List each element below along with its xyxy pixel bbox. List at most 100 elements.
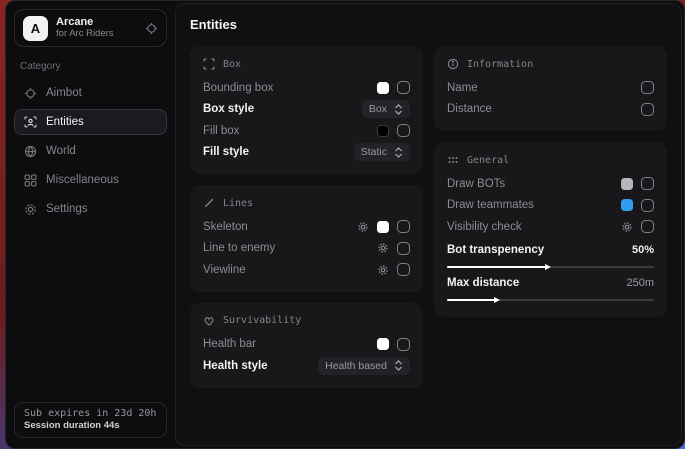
row-label: Fill style bbox=[203, 146, 354, 158]
checkbox[interactable] bbox=[641, 220, 654, 233]
sidebar-item-world[interactable]: World bbox=[14, 138, 167, 164]
row-draw-bots: Draw BOTs bbox=[447, 173, 654, 195]
bot-transparency-control: Bot transpenency 50% bbox=[447, 240, 654, 268]
row-skeleton: Skeleton bbox=[203, 216, 410, 238]
bot-transparency-slider[interactable] bbox=[447, 266, 654, 268]
checkbox[interactable] bbox=[641, 103, 654, 116]
column-left: Box Bounding box Box style Box bbox=[190, 46, 423, 388]
section-title: Box bbox=[223, 59, 241, 70]
checkbox[interactable] bbox=[641, 199, 654, 212]
box-corners-icon bbox=[203, 58, 215, 70]
row-label: Draw BOTs bbox=[447, 178, 621, 190]
health-style-select[interactable]: Health based bbox=[318, 357, 410, 375]
checkbox[interactable] bbox=[397, 242, 410, 255]
column-right: Information Name Distance bbox=[434, 46, 667, 317]
dots-grid-icon bbox=[447, 154, 459, 166]
color-swatch[interactable] bbox=[621, 199, 633, 211]
selected-value: Box bbox=[369, 103, 387, 115]
chevron-updown-icon bbox=[394, 147, 403, 158]
section-title: Survivability bbox=[223, 315, 301, 326]
row-fill-style: Fill style Static bbox=[203, 142, 410, 164]
selected-value: Health based bbox=[325, 360, 387, 372]
row-label: Health bar bbox=[203, 338, 377, 350]
row-bounding-box: Bounding box bbox=[203, 77, 410, 99]
row-health-bar: Health bar bbox=[203, 334, 410, 356]
max-distance-slider[interactable] bbox=[447, 299, 654, 301]
app-subtitle: for Arc Riders bbox=[56, 29, 137, 40]
chevron-updown-icon bbox=[394, 104, 403, 115]
checkbox[interactable] bbox=[641, 81, 654, 94]
crosshair-icon[interactable] bbox=[145, 22, 158, 35]
slider-label: Bot transpenency bbox=[447, 244, 632, 256]
slider-label: Max distance bbox=[447, 277, 626, 289]
slider-fill bbox=[447, 266, 546, 268]
brand-card: A Arcane for Arc Riders bbox=[14, 9, 167, 47]
box-style-select[interactable]: Box bbox=[362, 100, 410, 118]
slider-value: 50% bbox=[632, 244, 654, 256]
selected-value: Static bbox=[361, 146, 387, 158]
checkbox[interactable] bbox=[641, 177, 654, 190]
section-lines: Lines Skeleton bbox=[190, 185, 423, 292]
globe-icon bbox=[24, 145, 37, 158]
sidebar-item-miscellaneous[interactable]: Miscellaneous bbox=[14, 167, 167, 193]
row-label: Distance bbox=[447, 103, 641, 115]
checkbox[interactable] bbox=[397, 263, 410, 276]
row-label: Skeleton bbox=[203, 221, 357, 233]
sidebar-item-settings[interactable]: Settings bbox=[14, 196, 167, 222]
person-scan-icon bbox=[24, 116, 37, 129]
row-label: Name bbox=[447, 82, 641, 94]
section-general: General Draw BOTs Draw teammates bbox=[434, 142, 667, 317]
chevron-updown-icon bbox=[394, 360, 403, 371]
crosshair-icon bbox=[24, 87, 37, 100]
section-box: Box Bounding box Box style Box bbox=[190, 46, 423, 174]
row-distance: Distance bbox=[447, 99, 654, 121]
row-box-style: Box style Box bbox=[203, 99, 410, 121]
row-visibility-check: Visibility check bbox=[447, 216, 654, 238]
subscription-info: Sub expires in 23d 20h Session duration … bbox=[14, 402, 167, 438]
slider-value: 250m bbox=[626, 277, 654, 289]
color-swatch[interactable] bbox=[377, 82, 389, 94]
row-label: Line to enemy bbox=[203, 242, 377, 254]
sidebar-item-entities[interactable]: Entities bbox=[14, 109, 167, 135]
section-information: Information Name Distance bbox=[434, 46, 667, 131]
row-fill-box: Fill box bbox=[203, 120, 410, 142]
row-draw-teammates: Draw teammates bbox=[447, 195, 654, 217]
checkbox[interactable] bbox=[397, 124, 410, 137]
slider-thumb[interactable] bbox=[545, 264, 551, 270]
grid-icon bbox=[24, 174, 37, 187]
row-name: Name bbox=[447, 77, 654, 99]
row-health-style: Health style Health based bbox=[203, 355, 410, 377]
color-swatch[interactable] bbox=[377, 221, 389, 233]
row-label: Bounding box bbox=[203, 82, 377, 94]
gear-icon[interactable] bbox=[357, 221, 369, 233]
sidebar-item-aimbot[interactable]: Aimbot bbox=[14, 80, 167, 106]
sidebar-item-label: Settings bbox=[46, 203, 88, 215]
slider-fill bbox=[447, 299, 495, 301]
gear-icon[interactable] bbox=[377, 242, 389, 254]
section-title: Information bbox=[467, 59, 533, 70]
section-title: Lines bbox=[223, 198, 253, 209]
row-label: Viewline bbox=[203, 264, 377, 276]
app-title: Arcane bbox=[56, 16, 137, 29]
row-label: Fill box bbox=[203, 125, 377, 137]
row-label: Health style bbox=[203, 360, 318, 372]
checkbox[interactable] bbox=[397, 220, 410, 233]
row-label: Draw teammates bbox=[447, 199, 621, 211]
color-swatch[interactable] bbox=[377, 338, 389, 350]
sidebar-item-label: Aimbot bbox=[46, 87, 82, 99]
row-label: Box style bbox=[203, 103, 362, 115]
color-swatch[interactable] bbox=[377, 125, 389, 137]
checkbox[interactable] bbox=[397, 338, 410, 351]
fill-style-select[interactable]: Static bbox=[354, 143, 410, 161]
gear-icon[interactable] bbox=[621, 221, 633, 233]
color-swatch[interactable] bbox=[621, 178, 633, 190]
max-distance-control: Max distance 250m bbox=[447, 273, 654, 301]
checkbox[interactable] bbox=[397, 81, 410, 94]
slider-thumb[interactable] bbox=[494, 297, 500, 303]
sidebar-item-label: Miscellaneous bbox=[46, 174, 119, 186]
gear-icon[interactable] bbox=[377, 264, 389, 276]
row-line-to-enemy: Line to enemy bbox=[203, 238, 410, 260]
page-title: Entities bbox=[190, 17, 667, 32]
sidebar: A Arcane for Arc Riders Category Aimbot bbox=[6, 1, 175, 448]
sub-expiry-text: Sub expires in 23d 20h bbox=[24, 408, 157, 419]
